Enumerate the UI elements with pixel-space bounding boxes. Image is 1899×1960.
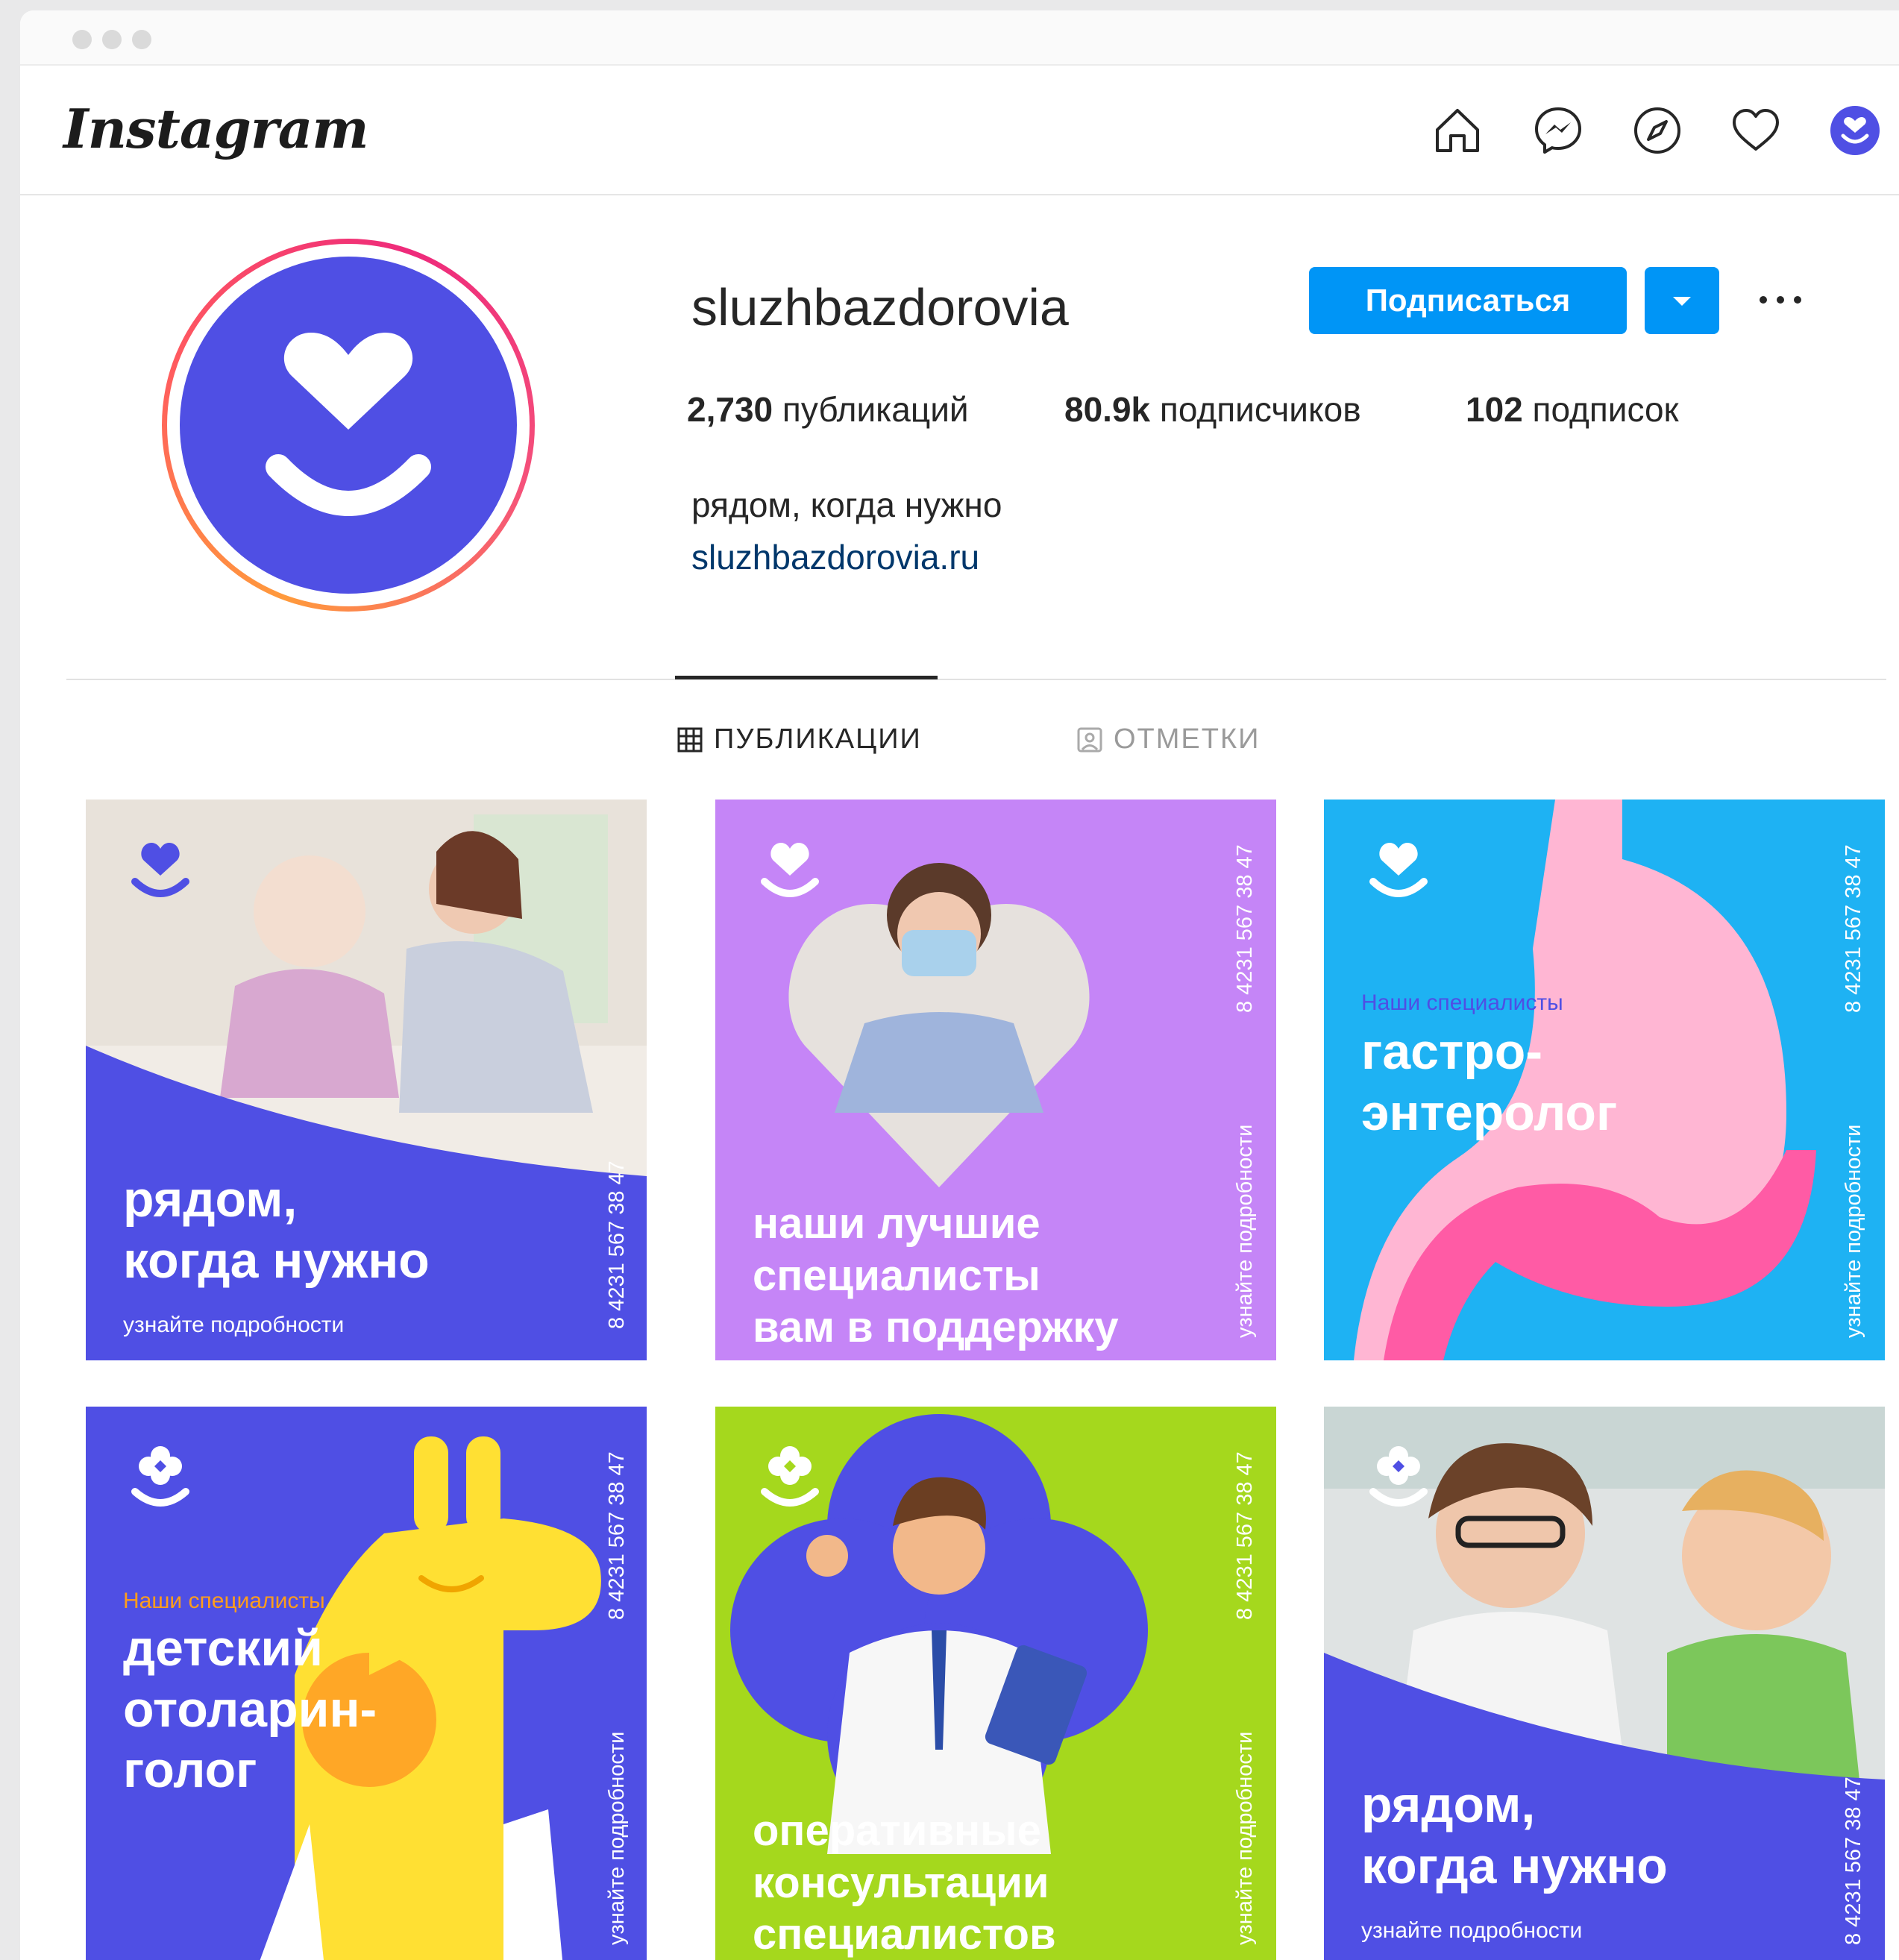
brand-logo-avatar bbox=[180, 257, 517, 594]
post-3-kicker: Наши специалисты bbox=[1361, 990, 1563, 1015]
post-6-headline: рядом, когда нужно bbox=[1361, 1777, 1668, 1894]
followers-stat[interactable]: 80.9k подписчиков bbox=[1064, 389, 1361, 430]
post-2-phone: 8 4231 567 38 47 bbox=[1233, 844, 1257, 1013]
brand-flower-logo-icon bbox=[761, 1446, 819, 1507]
post-4-phone: 8 4231 567 38 47 bbox=[605, 1451, 629, 1620]
window-titlebar bbox=[20, 10, 1899, 66]
post-4-kicker: Наши специалисты bbox=[123, 1589, 325, 1613]
brand-flower-logo-icon bbox=[131, 1446, 189, 1507]
post-1-subtext: узнайте подробности bbox=[123, 1313, 345, 1337]
brand-heart-logo-icon bbox=[131, 843, 189, 897]
window-minimize-dot[interactable] bbox=[102, 30, 122, 49]
follow-button[interactable]: Подписаться bbox=[1309, 267, 1627, 334]
brand-heart-logo-icon bbox=[1369, 843, 1428, 897]
window-maximize-dot[interactable] bbox=[132, 30, 151, 49]
more-options-icon[interactable] bbox=[1751, 276, 1810, 321]
post-3-phone: 8 4231 567 38 47 bbox=[1842, 844, 1865, 1013]
post-4-side-text: узнайте подробности bbox=[605, 1731, 629, 1945]
post-1-headline: рядом, когда нужно bbox=[123, 1171, 430, 1289]
active-tab-indicator bbox=[675, 676, 938, 679]
post-6-subtext: узнайте подробности bbox=[1361, 1918, 1583, 1943]
window-close-dot[interactable] bbox=[72, 30, 92, 49]
post-2-headline: наши лучшие специалисты вам в поддержку bbox=[753, 1199, 1119, 1352]
post-3-headline: гастро- энтеролог bbox=[1361, 1023, 1618, 1141]
following-stat[interactable]: 102 подписок bbox=[1466, 389, 1679, 430]
brand-flower-logo-icon bbox=[1369, 1446, 1428, 1507]
post-2-side-text: узнайте подробности bbox=[1233, 1124, 1257, 1338]
post-tile-4[interactable]: Наши специалисты детский отоларин- голог… bbox=[86, 1407, 647, 1960]
tab-tagged[interactable]: ОТМЕТКИ bbox=[1076, 723, 1260, 756]
top-navigation: Instagram bbox=[20, 66, 1899, 195]
home-icon[interactable] bbox=[1431, 104, 1484, 157]
tabs-divider bbox=[66, 679, 1886, 680]
activity-heart-icon[interactable] bbox=[1730, 104, 1782, 157]
browser-window: Instagram sluzhbazdorovia Подписаться 2,… bbox=[20, 10, 1899, 1960]
post-5-phone: 8 4231 567 38 47 bbox=[1233, 1451, 1257, 1620]
post-3-side-text: узнайте подробности bbox=[1842, 1124, 1865, 1338]
profile-website-link[interactable]: sluzhbazdorovia.ru bbox=[691, 537, 979, 577]
profile-avatar-icon[interactable] bbox=[1829, 104, 1881, 157]
post-tile-3[interactable]: Наши специалисты гастро- энтеролог узнай… bbox=[1324, 800, 1885, 1360]
brand-heart-logo-icon bbox=[761, 843, 819, 897]
suggested-accounts-dropdown[interactable] bbox=[1645, 267, 1719, 334]
instagram-logo[interactable]: Instagram bbox=[63, 97, 369, 160]
post-5-side-text: узнайте подробности bbox=[1233, 1731, 1257, 1945]
profile-username: sluzhbazdorovia bbox=[691, 278, 1069, 336]
post-tile-1[interactable]: рядом, когда нужно узнайте подробности 8… bbox=[86, 800, 647, 1360]
post-6-phone: 8 4231 567 38 47 bbox=[1842, 1777, 1865, 1945]
grid-icon bbox=[677, 727, 703, 752]
chevron-down-icon bbox=[1673, 297, 1691, 306]
explore-icon[interactable] bbox=[1631, 104, 1683, 157]
messenger-icon[interactable] bbox=[1532, 104, 1584, 157]
post-4-headline: детский отоларин- голог bbox=[123, 1620, 377, 1799]
tab-posts[interactable]: ПУБЛИКАЦИИ bbox=[677, 723, 922, 756]
profile-avatar[interactable] bbox=[162, 239, 535, 612]
post-tile-2[interactable]: наши лучшие специалисты вам в поддержку … bbox=[715, 800, 1276, 1360]
post-tile-6[interactable]: рядом, когда нужно узнайте подробности 8… bbox=[1324, 1407, 1885, 1960]
posts-count-stat: 2,730 публикаций bbox=[687, 390, 969, 429]
post-5-headline: оперативные консультации специалистов bbox=[753, 1806, 1056, 1959]
tagged-icon bbox=[1077, 727, 1102, 752]
post-1-phone: 8 4231 567 38 47 bbox=[605, 1160, 629, 1329]
profile-bio: рядом, когда нужно bbox=[691, 486, 1002, 524]
post-tile-5[interactable]: оперативные консультации специалистов уз… bbox=[715, 1407, 1276, 1960]
